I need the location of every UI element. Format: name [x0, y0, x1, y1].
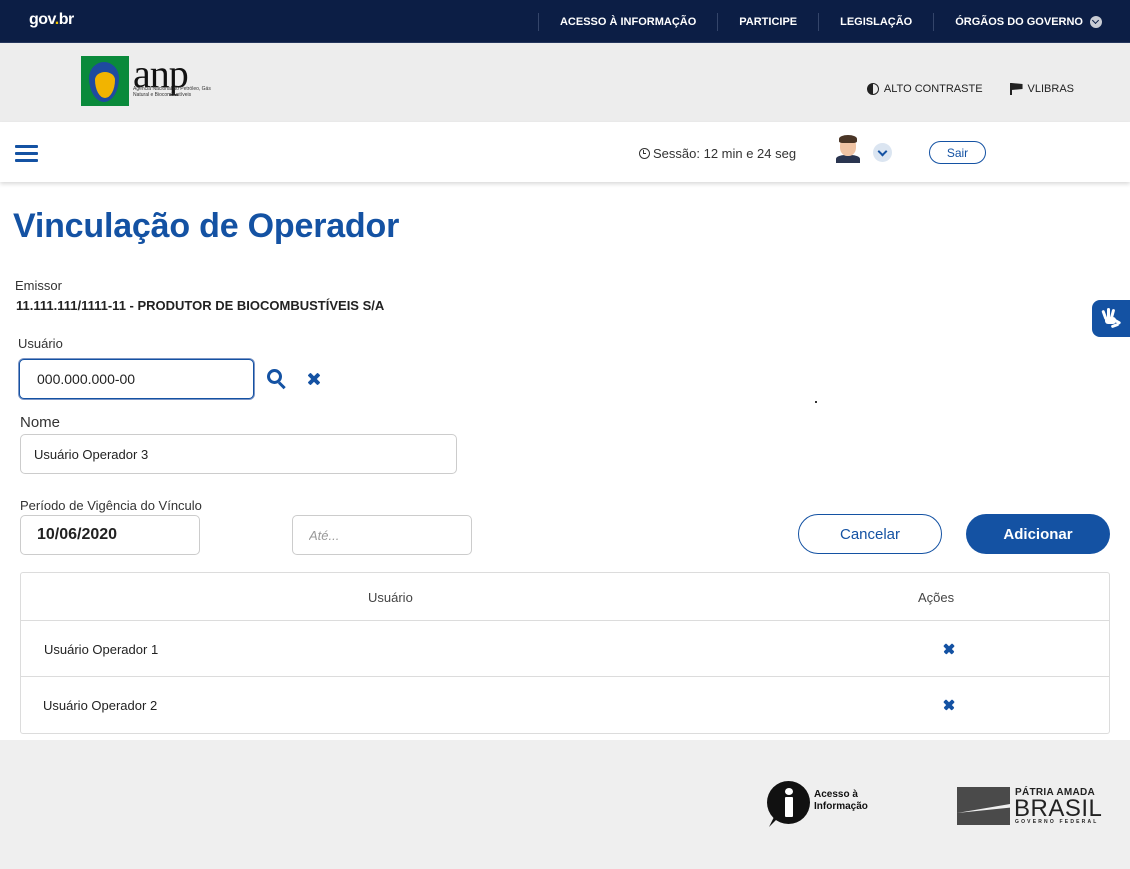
table-row: Usuário Operador 1 [21, 621, 1109, 677]
header-tools: ALTO CONTRASTE VLIBRAS [866, 83, 1074, 95]
sign-language-icon [1101, 308, 1122, 329]
table-row: Usuário Operador 2 [21, 677, 1109, 733]
nav-legislacao[interactable]: LEGISLAÇÃO [818, 12, 933, 31]
nome-field[interactable] [20, 434, 457, 474]
cancel-button[interactable]: Cancelar [798, 514, 942, 554]
search-icon[interactable] [267, 369, 287, 390]
acesso-informacao-logo[interactable]: Acesso à Informação [767, 781, 887, 827]
footer: Acesso à Informação PÁTRIA AMADA BRASIL … [0, 740, 1130, 869]
table-header: Usuário Ações [21, 573, 1109, 621]
contrast-icon [866, 83, 879, 95]
emissor-label: Emissor [15, 278, 62, 293]
column-header-acoes: Ações [918, 590, 955, 605]
avatar[interactable] [836, 135, 860, 163]
acesso-line-2: Informação [814, 801, 868, 812]
anp-logo-subtitle: Agência Nacional do Petróleo, Gás Natura… [133, 86, 211, 98]
alto-contraste-button[interactable]: ALTO CONTRASTE [866, 83, 983, 95]
vlibras-widget-icon[interactable] [1092, 300, 1130, 337]
govbr-nav: ACESSO À INFORMAÇÃO PARTICIPE LEGISLAÇÃO… [537, 0, 1102, 43]
page-title: Vinculação de Operador [13, 207, 400, 245]
stray-dot [815, 401, 817, 403]
clock-icon [639, 148, 650, 159]
vlibras-label: VLIBRAS [1027, 83, 1074, 95]
delete-row-icon[interactable] [943, 699, 955, 711]
nome-label: Nome [20, 414, 61, 431]
session-timer: Sessão: 12 min e 24 seg [639, 146, 796, 161]
anp-logo[interactable]: anp Agência Nacional do Petróleo, Gás Na… [81, 51, 211, 111]
row-usuario: Usuário Operador 2 [43, 698, 158, 713]
logout-button[interactable]: Sair [929, 141, 986, 164]
nav-orgaos-do-governo[interactable]: ÓRGÃOS DO GOVERNO [933, 12, 1102, 31]
date-to-field[interactable] [292, 515, 472, 555]
info-icon [767, 781, 810, 824]
govbr-logo-br: br [58, 11, 75, 28]
usuario-label: Usuário [18, 336, 63, 351]
vlibras-button[interactable]: VLIBRAS [1009, 83, 1074, 95]
govbr-logo-gov: gov [29, 11, 55, 28]
delete-row-icon[interactable] [943, 643, 955, 655]
nav-orgaos-label: ÓRGÃOS DO GOVERNO [955, 15, 1083, 28]
anp-header: anp Agência Nacional do Petróleo, Gás Na… [0, 43, 1130, 122]
brasil-mark-icon [957, 787, 1010, 825]
flag-icon [1009, 83, 1024, 95]
acesso-line-1: Acesso à [814, 789, 858, 800]
governo-federal-text: GOVERNO FEDERAL [1015, 819, 1099, 825]
alto-contraste-label: ALTO CONTRASTE [883, 83, 983, 95]
session-bar: Sessão: 12 min e 24 seg Sair [0, 122, 1130, 182]
user-menu-chevron-icon[interactable] [873, 143, 892, 162]
govbr-top-bar: gov.br ACESSO À INFORMAÇÃO PARTICIPE LEG… [0, 0, 1130, 43]
row-usuario: Usuário Operador 1 [44, 642, 159, 657]
session-timer-text: Sessão: 12 min e 24 seg [653, 146, 797, 161]
clear-usuario-icon[interactable] [307, 372, 321, 386]
usuario-input[interactable] [19, 359, 254, 399]
menu-icon[interactable] [15, 145, 38, 163]
column-header-usuario: Usuário [368, 590, 413, 605]
chevron-down-icon [1090, 15, 1102, 28]
periodo-label: Período de Vigência do Vínculo [20, 498, 202, 513]
anp-drop-icon [81, 56, 129, 106]
operators-table: Usuário Ações Usuário Operador 1 Usuário… [20, 572, 1110, 734]
date-from-field[interactable] [20, 515, 200, 555]
nav-acesso-informacao[interactable]: ACESSO À INFORMAÇÃO [537, 12, 717, 31]
govbr-logo[interactable]: gov.br [29, 11, 74, 29]
acesso-informacao-text: Acesso à Informação [814, 789, 884, 813]
nav-participe[interactable]: PARTICIPE [717, 12, 818, 31]
emissor-value: 11.111.111/1111-11 - PRODUTOR DE BIOCOMB… [16, 298, 385, 313]
add-button[interactable]: Adicionar [966, 514, 1110, 554]
patria-amada-brasil-logo: PÁTRIA AMADA BRASIL GOVERNO FEDERAL [957, 787, 1107, 827]
